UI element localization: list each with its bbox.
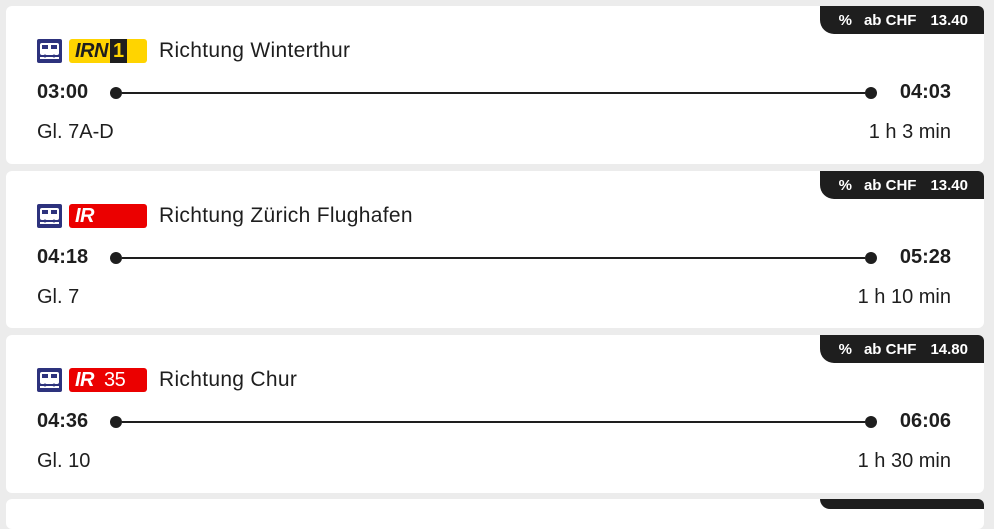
departure-time: 04:18	[37, 246, 89, 268]
direction-label: Richtung Winterthur	[159, 39, 351, 62]
discount-icon: %	[838, 340, 852, 358]
arrival-dot	[865, 252, 877, 264]
price-amount: 13.40	[930, 11, 968, 29]
price-tag: % ab CHF 13.40	[820, 171, 984, 199]
product-badge: IR 35	[69, 368, 147, 392]
departure-dot	[110, 416, 122, 428]
product-number: 1	[109, 39, 127, 63]
discount-icon: %	[838, 11, 852, 29]
product-code: IR	[75, 204, 95, 227]
price-amount: 14.80	[930, 340, 968, 358]
discount-icon: %	[838, 176, 852, 194]
product-badge: IRN 1	[69, 39, 147, 63]
arrival-dot	[865, 87, 877, 99]
journey-line	[122, 92, 865, 94]
journey-line	[122, 257, 865, 259]
connection-card[interactable]: % ab CHF 13.40 IR Richtung Zürich Flugha…	[6, 171, 984, 328]
product-code: IRN	[75, 39, 108, 62]
price-prefix: ab CHF	[863, 340, 917, 358]
price-prefix: ab CHF	[863, 11, 917, 29]
price-tag: % ab CHF 14.80	[820, 335, 984, 363]
connection-card[interactable]: % ab CHF 13.40 IRN 1 Richtung Winterthur…	[6, 6, 984, 164]
departure-dot	[110, 252, 122, 264]
duration-label: 1 h 10 min	[857, 286, 951, 308]
product-badge: IR	[69, 204, 147, 228]
product-code: IR	[75, 368, 95, 391]
train-icon	[37, 368, 62, 392]
platform-label: Gl. 7	[37, 286, 80, 308]
train-icon	[37, 39, 62, 63]
arrival-dot	[865, 416, 877, 428]
arrival-time: 04:03	[899, 81, 951, 103]
platform-label: Gl. 7A-D	[37, 121, 114, 143]
platform-label: Gl. 10	[37, 450, 91, 472]
train-icon	[37, 204, 62, 228]
direction-label: Richtung Zürich Flughafen	[159, 204, 413, 227]
direction-label: Richtung Chur	[159, 368, 298, 391]
arrival-time: 05:28	[899, 246, 951, 268]
arrival-time: 06:06	[899, 410, 951, 432]
duration-label: 1 h 30 min	[857, 450, 951, 472]
product-number: 35	[104, 368, 126, 391]
price-tag: % ab CHF 13.40	[820, 6, 984, 34]
journey-line	[122, 421, 865, 423]
connection-card[interactable]: % ab CHF 14.80 IR 35 Richtung Chur 04:36…	[6, 335, 984, 493]
price-prefix: ab CHF	[863, 176, 917, 194]
duration-label: 1 h 3 min	[868, 121, 951, 143]
price-tag	[820, 499, 984, 509]
departure-time: 03:00	[37, 81, 89, 103]
departure-dot	[110, 87, 122, 99]
departure-time: 04:36	[37, 410, 89, 432]
price-amount: 13.40	[930, 176, 968, 194]
